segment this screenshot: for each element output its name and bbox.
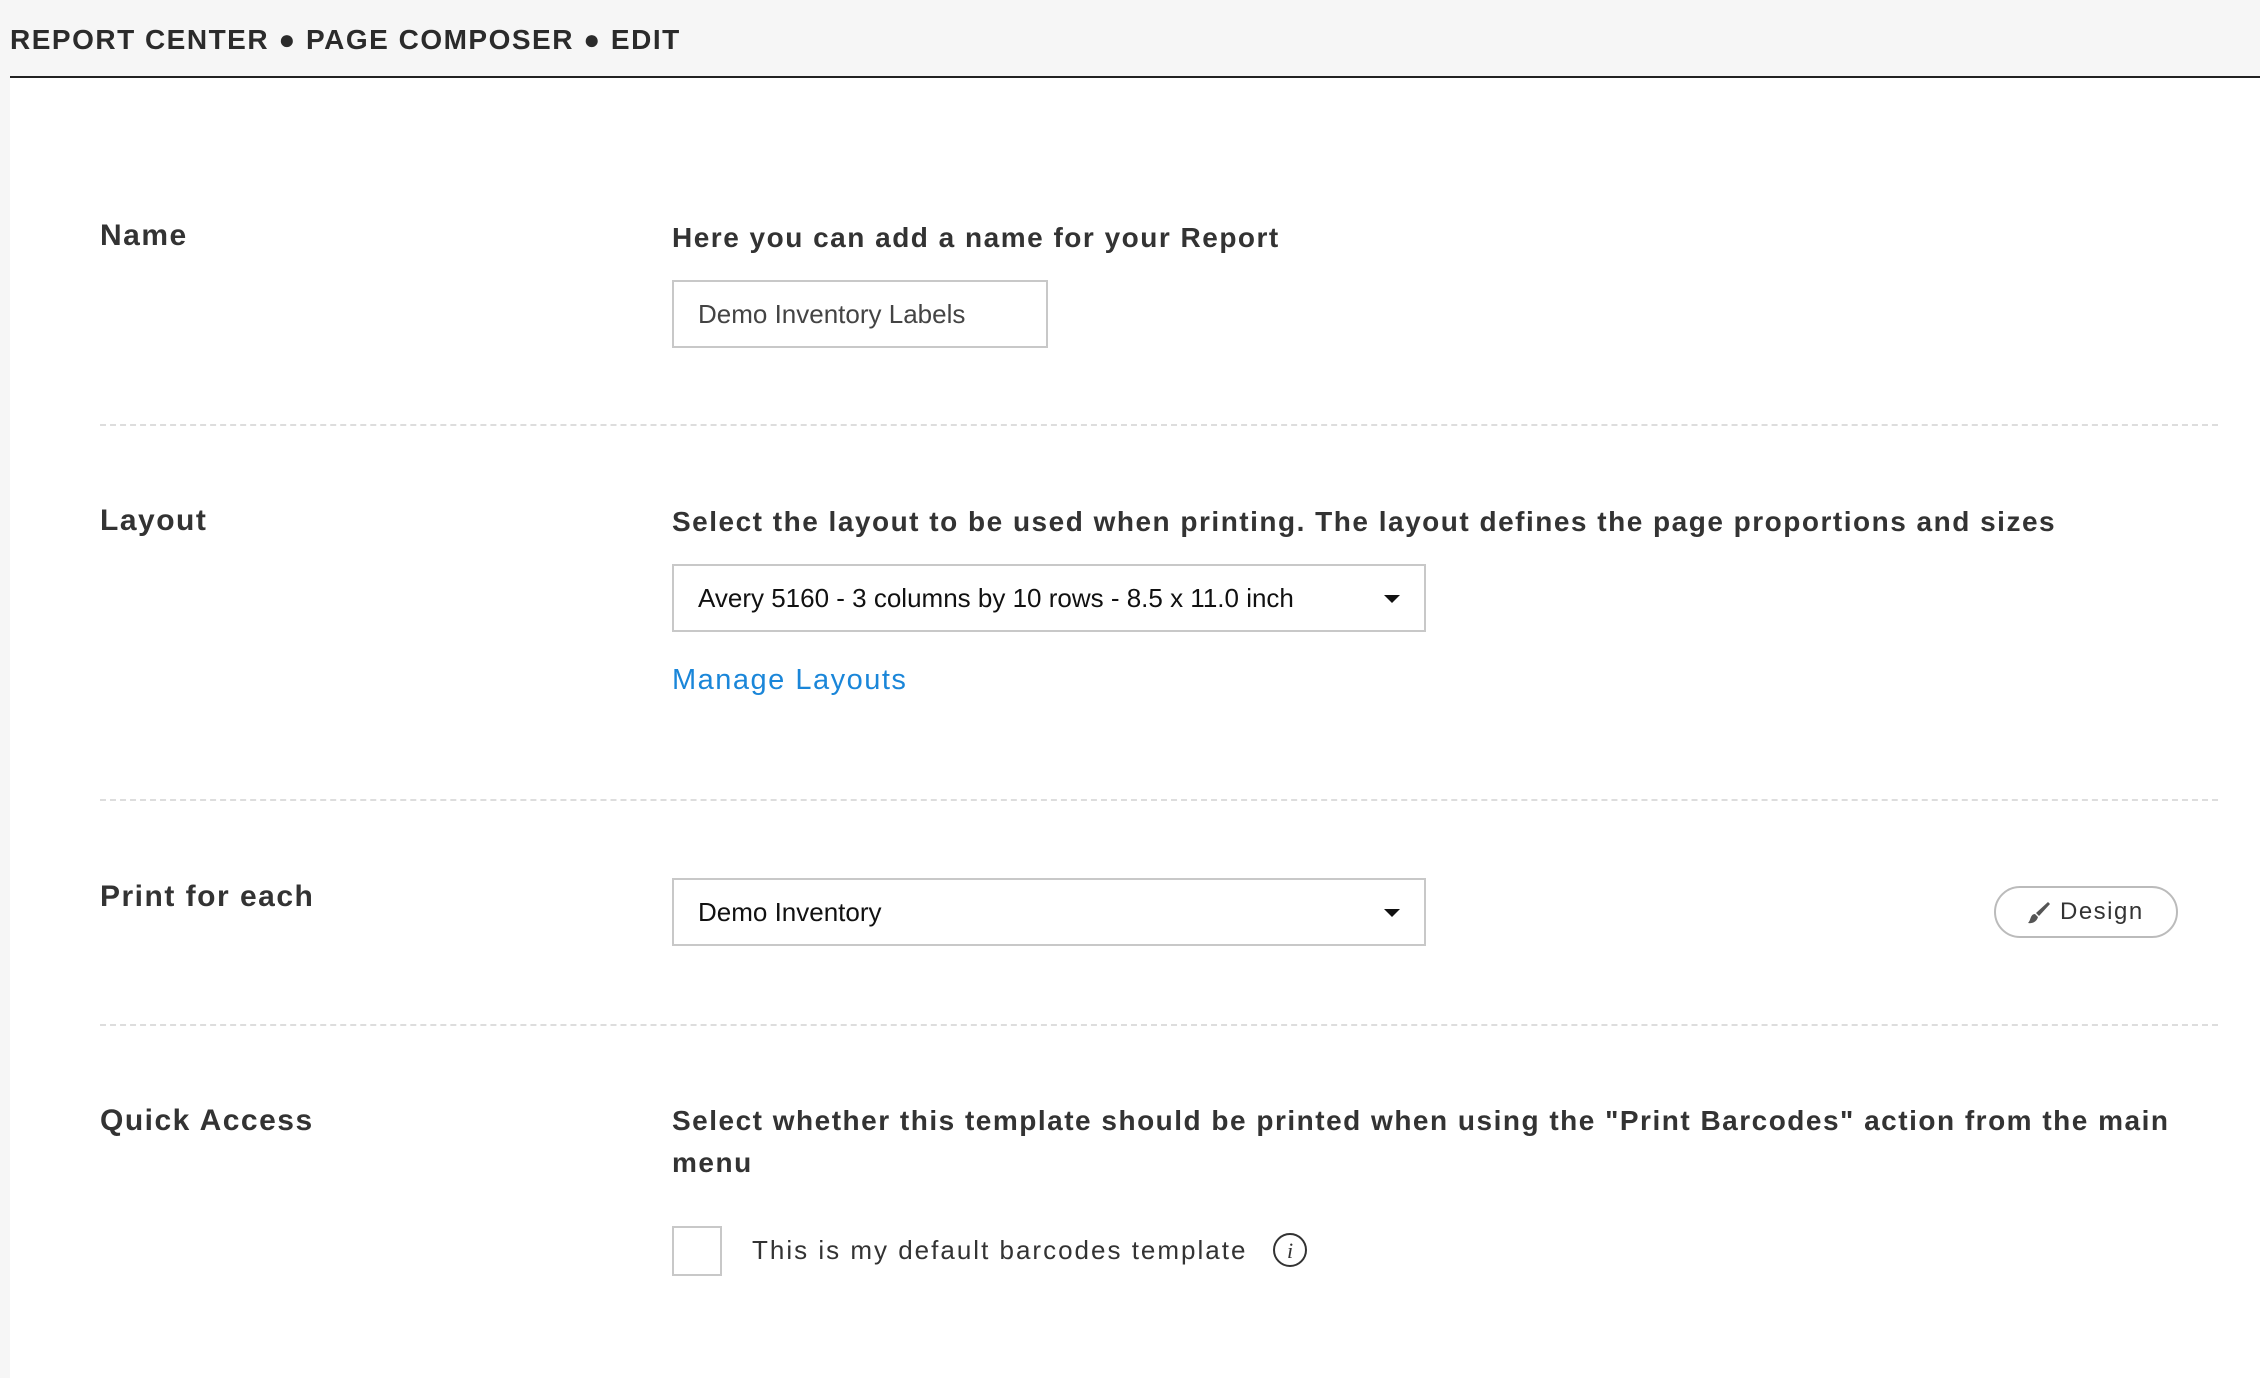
print-for-each-label: Print for each: [100, 880, 315, 913]
design-button[interactable]: Design: [1994, 886, 2178, 938]
paint-brush-icon: [2028, 902, 2050, 924]
quick-access-description: Select whether this template should be p…: [672, 1105, 2170, 1178]
print-for-each-select[interactable]: Demo Inventory: [672, 878, 1426, 946]
layout-select-value: Avery 5160 - 3 columns by 10 rows - 8.5 …: [698, 583, 1294, 613]
info-icon[interactable]: i: [1272, 1232, 1308, 1268]
name-label: Name: [100, 219, 188, 252]
section-divider: [100, 799, 2218, 801]
caret-down-icon: [1384, 595, 1400, 603]
print-for-each-select-value: Demo Inventory: [698, 897, 882, 927]
main-panel: Name Here you can add a name for your Re…: [10, 76, 2260, 1378]
name-description: Here you can add a name for your Report: [672, 222, 1280, 253]
report-name-input[interactable]: [672, 280, 1048, 348]
default-template-checkbox[interactable]: [672, 1226, 722, 1276]
section-divider: [100, 424, 2218, 426]
manage-layouts-link[interactable]: Manage Layouts: [672, 664, 907, 697]
svg-text:i: i: [1287, 1238, 1293, 1263]
layout-label: Layout: [100, 504, 208, 537]
caret-down-icon: [1384, 909, 1400, 917]
quick-access-label: Quick Access: [100, 1104, 314, 1137]
design-button-label: Design: [2060, 898, 2144, 925]
layout-description: Select the layout to be used when printi…: [672, 506, 2057, 537]
default-template-label[interactable]: This is my default barcodes template: [752, 1235, 1247, 1266]
section-divider: [100, 1024, 2218, 1026]
breadcrumb: REPORT CENTER ● PAGE COMPOSER ● EDIT: [10, 24, 681, 55]
layout-select[interactable]: Avery 5160 - 3 columns by 10 rows - 8.5 …: [672, 564, 1426, 632]
top-bar: REPORT CENTER ● PAGE COMPOSER ● EDIT: [0, 0, 2260, 76]
